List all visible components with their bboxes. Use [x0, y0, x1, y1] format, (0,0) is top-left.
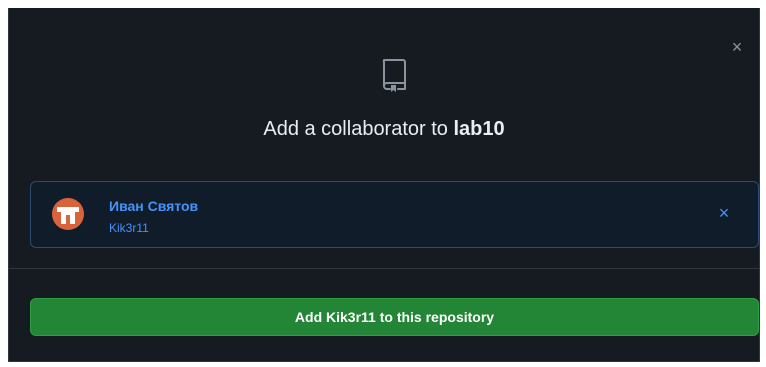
add-collaborator-dialog: × Add a collaborator to lab10 Иван Свято… — [8, 8, 760, 362]
add-collaborator-button[interactable]: Add Kik3r11 to this repository — [30, 298, 759, 336]
dialog-title: Add a collaborator to lab10 — [9, 118, 759, 141]
close-icon[interactable]: × — [728, 38, 746, 56]
repo-icon — [382, 59, 406, 92]
remove-user-icon[interactable]: × — [715, 204, 733, 222]
repo-name: lab10 — [453, 118, 505, 140]
user-display-name[interactable]: Иван Святов — [109, 198, 198, 214]
divider — [9, 268, 759, 269]
background-page-strip — [0, 0, 766, 8]
selected-user-card: Иван Святов Kik3r11 × — [30, 181, 759, 248]
user-login[interactable]: Kik3r11 — [109, 221, 149, 235]
avatar — [52, 198, 84, 230]
dialog-title-prefix: Add a collaborator to — [263, 118, 448, 140]
